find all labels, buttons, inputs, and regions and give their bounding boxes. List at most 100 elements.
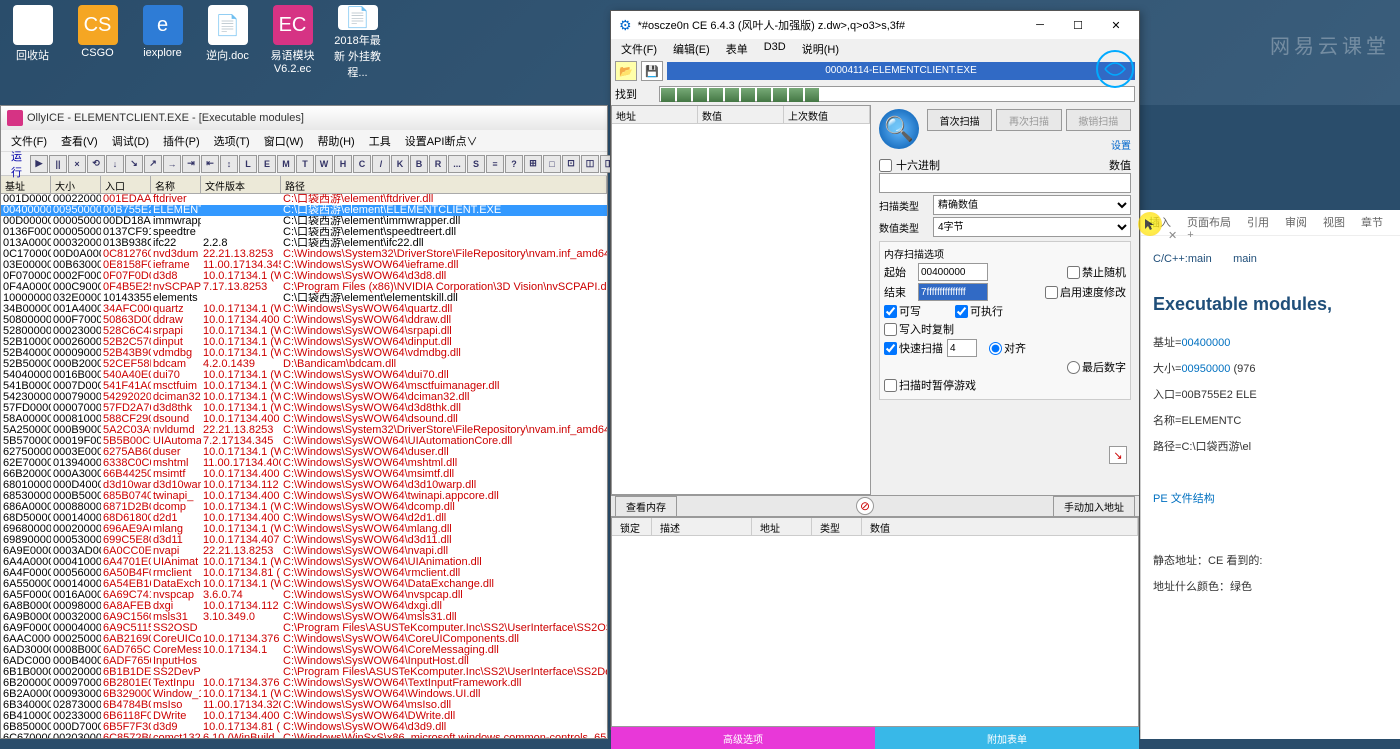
col-base[interactable]: 基址 xyxy=(1,176,51,193)
module-row[interactable]: 686A0000000880006871D2B0dcomp10.0.17134.… xyxy=(1,502,607,513)
red-arrow-icon[interactable]: ↘ xyxy=(1109,446,1127,464)
menu-item[interactable]: 编辑(E) xyxy=(667,39,716,59)
menu-item[interactable]: 选项(T) xyxy=(208,131,256,151)
fastscan-input[interactable] xyxy=(947,339,977,357)
save-button[interactable]: 💾 xyxy=(641,61,663,81)
col-version[interactable]: 文件版本 xyxy=(201,176,281,193)
toolbar-button[interactable]: || xyxy=(49,155,67,173)
col-name[interactable]: 名称 xyxy=(151,176,201,193)
maximize-button[interactable]: ☐ xyxy=(1063,15,1093,35)
toolbar-button[interactable]: ↓ xyxy=(106,155,124,173)
col-lock[interactable]: 锁定 xyxy=(612,518,652,535)
ollydbg-titlebar[interactable]: OllyICE - ELEMENTCLIENT.EXE - [Executabl… xyxy=(1,106,607,130)
toolbar-button[interactable]: ⇤ xyxy=(201,155,219,173)
toolbar-button[interactable]: T xyxy=(296,155,314,173)
module-row[interactable]: 10000000032E000010143355elementsC:\口袋西游\… xyxy=(1,293,607,304)
pe-structure-link[interactable]: PE 文件结构 xyxy=(1153,488,1388,510)
module-row[interactable]: 6A5F00000016A0006A69C741nvspcap3.6.0.74C… xyxy=(1,590,607,601)
col-path[interactable]: 路径 xyxy=(281,176,607,193)
toolbar-button[interactable]: H xyxy=(334,155,352,173)
module-row[interactable]: 58A0000000081000588CF290dsound10.0.17134… xyxy=(1,414,607,425)
menu-item[interactable]: 说明(H) xyxy=(796,39,845,59)
open-process-button[interactable]: 📂 xyxy=(615,61,637,81)
first-scan-button[interactable]: 首次扫描 xyxy=(927,109,992,131)
executable-check[interactable] xyxy=(955,305,968,318)
module-row[interactable]: 6B410000002330006B6118F0DWrite10.0.17134… xyxy=(1,711,607,722)
menu-item[interactable]: 查看(V) xyxy=(55,131,104,151)
module-row[interactable]: 52B400000000900052B43B90vdmdbg10.0.17134… xyxy=(1,348,607,359)
module-row[interactable]: 62E70000013940006338C0C0mshtml11.00.1713… xyxy=(1,458,607,469)
menu-item[interactable]: D3D xyxy=(758,39,792,59)
module-row[interactable]: 6989000000053000699C5E80d3d1110.0.17134.… xyxy=(1,535,607,546)
module-row[interactable]: 6B1B0000000200006B1B1DEFSS2DevPrC:\Progr… xyxy=(1,667,607,678)
col-address[interactable]: 地址 xyxy=(612,106,698,123)
desktop-icon-ec[interactable]: EC易语模块 V6.2.ec xyxy=(265,5,320,75)
module-row[interactable]: 541B00000007D000541F41A0msctfuim10.0.171… xyxy=(1,381,607,392)
view-memory-button[interactable]: 查看内存 xyxy=(615,496,677,517)
desktop-icon-recycle[interactable]: 🗑回收站 xyxy=(5,5,60,75)
toolbar-button[interactable]: ◫ xyxy=(581,155,599,173)
module-row[interactable]: 004000000095000000B755E2ELEMENTCC:\口袋西游\… xyxy=(1,205,607,216)
module-row[interactable]: 6C670000002030006C8572B0comct1326.10 (Wi… xyxy=(1,733,607,738)
module-row[interactable]: 6A4A0000000410006A4701E0UIAnimat10.0.171… xyxy=(1,557,607,568)
toolbar-button[interactable]: □ xyxy=(543,155,561,173)
align-radio[interactable] xyxy=(989,342,1002,355)
desktop-icon-ie[interactable]: eiexplore xyxy=(135,5,190,75)
module-row[interactable]: 34B00000001A400034AFC000quartz10.0.17134… xyxy=(1,304,607,315)
module-row[interactable]: 0F0700000002F0000F07F0D0d3d810.0.17134.1… xyxy=(1,271,607,282)
toolbar-button[interactable]: W xyxy=(315,155,333,173)
module-row[interactable]: 6B2A0000000930006B329000Window_110.0.171… xyxy=(1,689,607,700)
module-row[interactable]: 6A9E00000003AD0006A0CC0EFnvapi22.21.13.8… xyxy=(1,546,607,557)
close-button[interactable]: ✕ xyxy=(1101,15,1131,35)
module-row[interactable]: 0F4A0000000C90000F4B5E25nvSCPAPI7.17.13.… xyxy=(1,282,607,293)
module-row[interactable]: 52B100000002600052B2C570dinput10.0.17134… xyxy=(1,337,607,348)
menu-item[interactable]: 设置API断点∨ xyxy=(399,131,484,151)
module-row[interactable]: 00D000000000500000DD18ABimmwrappC:\口袋西游\… xyxy=(1,216,607,227)
module-row[interactable]: 542300000007900054292020dciman3210.0.171… xyxy=(1,392,607,403)
cow-check[interactable] xyxy=(884,323,897,336)
toolbar-button[interactable]: ⟲ xyxy=(87,155,105,173)
menu-item[interactable]: 文件(F) xyxy=(615,39,663,59)
toolbar-button[interactable]: C xyxy=(353,155,371,173)
col-value[interactable]: 数值 xyxy=(698,106,784,123)
toolbar-button[interactable]: B xyxy=(410,155,428,173)
minimize-button[interactable]: ─ xyxy=(1025,15,1055,35)
module-row[interactable]: 03E0000000B630000E8158F0ieframe11.00.171… xyxy=(1,260,607,271)
module-row[interactable]: 52B50000000B200052CEF58Ebdcam4.2.0.1439D… xyxy=(1,359,607,370)
module-row[interactable]: 013A000000032000013B938Cifc222.2.8C:\口袋西… xyxy=(1,238,607,249)
ce-titlebar[interactable]: ⚙ *#oscze0n CE 6.4.3 (风叶人-加强版) z.dw>,q>o… xyxy=(611,11,1139,39)
col-prev[interactable]: 上次数值 xyxy=(784,106,870,123)
menu-item[interactable]: 工具 xyxy=(363,131,397,151)
fastscan-check[interactable] xyxy=(884,342,897,355)
toolbar-button[interactable]: / xyxy=(372,155,390,173)
norandom-check[interactable] xyxy=(1067,266,1080,279)
toolbar-button[interactable]: ⇥ xyxy=(182,155,200,173)
module-row[interactable]: 66B20000000A300066B44250msimtf10.0.17134… xyxy=(1,469,607,480)
toolbar-button[interactable]: K xyxy=(391,155,409,173)
ribbon-tab[interactable]: 引用 xyxy=(1241,210,1275,235)
toolbar-button[interactable]: ↘ xyxy=(125,155,143,173)
module-row[interactable]: 0C17000000D0A0000C812760nvd3dum22.21.13.… xyxy=(1,249,607,260)
toolbar-button[interactable]: ▶ xyxy=(30,155,48,173)
module-row[interactable]: 6B850000000D70006B5F7F30d3d910.0.17134.8… xyxy=(1,722,607,733)
add-address-button[interactable]: 手动加入地址 xyxy=(1053,496,1135,517)
desktop-icon-doc2[interactable]: 📄2018年最新 外挂教程... xyxy=(330,5,385,75)
module-row[interactable]: 6B340000028730006B4784B0msIso11.00.17134… xyxy=(1,700,607,711)
module-row[interactable]: 001D000000022000001EDAA1ftdriverC:\口袋西游\… xyxy=(1,194,607,205)
toolbar-button[interactable]: E xyxy=(258,155,276,173)
col-size[interactable]: 大小 xyxy=(51,176,101,193)
start-input[interactable] xyxy=(918,263,988,281)
col-val[interactable]: 数值 xyxy=(862,518,1138,535)
lastdigit-radio[interactable] xyxy=(1067,361,1080,374)
module-row[interactable]: 6A9F0000000040006A9C5115SS2OSDC:\Program… xyxy=(1,623,607,634)
pausegame-check[interactable] xyxy=(884,379,897,392)
menu-item[interactable]: 插件(P) xyxy=(157,131,206,151)
attach-list-tab[interactable]: 附加表单 xyxy=(875,727,1139,749)
address-table[interactable]: 锁定 描述 地址 类型 数值 xyxy=(611,517,1139,727)
module-row[interactable]: 6AAC0000000250006AB21690CoreUICo10.0.171… xyxy=(1,634,607,645)
module-row[interactable]: 5280000000023000528C6C48srpapi10.0.17134… xyxy=(1,326,607,337)
module-row[interactable]: 0136F000000050000137CF91speedtreC:\口袋西游\… xyxy=(1,227,607,238)
module-row[interactable]: 6A550000000140006A54EB10DataExch10.0.171… xyxy=(1,579,607,590)
toolbar-button[interactable]: ↗ xyxy=(144,155,162,173)
module-row[interactable]: 540400000016B000540A40E0dui7010.0.17134.… xyxy=(1,370,607,381)
